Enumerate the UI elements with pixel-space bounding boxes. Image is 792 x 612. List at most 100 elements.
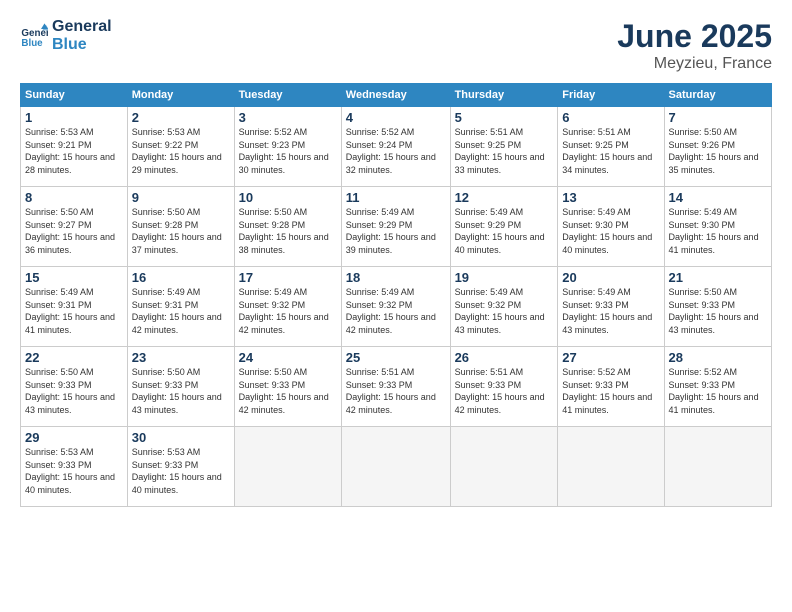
day-info: Sunrise: 5:49 AM Sunset: 9:29 PM Dayligh… <box>455 206 554 256</box>
calendar-subtitle: Meyzieu, France <box>617 55 772 73</box>
day-number: 29 <box>25 430 123 445</box>
day-cell: 29 Sunrise: 5:53 AM Sunset: 9:33 PM Dayl… <box>21 427 128 507</box>
day-cell: 1 Sunrise: 5:53 AMSunset: 9:21 PMDayligh… <box>21 107 128 187</box>
empty-cell <box>341 427 450 507</box>
header: General Blue General Blue June 2025 Meyz… <box>20 18 772 73</box>
day-cell: 14 Sunrise: 5:49 AM Sunset: 9:30 PM Dayl… <box>664 187 771 267</box>
header-tuesday: Tuesday <box>234 84 341 107</box>
day-number: 30 <box>132 430 230 445</box>
day-number: 11 <box>346 190 446 205</box>
calendar-table: Sunday Monday Tuesday Wednesday Thursday… <box>20 83 772 507</box>
day-cell: 11 Sunrise: 5:49 AM Sunset: 9:29 PM Dayl… <box>341 187 450 267</box>
day-number: 15 <box>25 270 123 285</box>
day-number: 26 <box>455 350 554 365</box>
day-number: 16 <box>132 270 230 285</box>
day-cell: 21 Sunrise: 5:50 AM Sunset: 9:33 PM Dayl… <box>664 267 771 347</box>
calendar-row: 8 Sunrise: 5:50 AM Sunset: 9:27 PM Dayli… <box>21 187 772 267</box>
day-info: Sunrise: 5:49 AM Sunset: 9:32 PM Dayligh… <box>239 286 337 336</box>
day-cell: 4 Sunrise: 5:52 AM Sunset: 9:24 PM Dayli… <box>341 107 450 187</box>
day-info: Sunrise: 5:49 AM Sunset: 9:32 PM Dayligh… <box>455 286 554 336</box>
header-friday: Friday <box>558 84 664 107</box>
day-number: 2 <box>132 110 230 125</box>
empty-cell <box>450 427 558 507</box>
day-number: 23 <box>132 350 230 365</box>
empty-cell <box>558 427 664 507</box>
day-info: Sunrise: 5:49 AM Sunset: 9:30 PM Dayligh… <box>669 206 767 256</box>
day-number: 13 <box>562 190 659 205</box>
day-number: 18 <box>346 270 446 285</box>
day-number: 4 <box>346 110 446 125</box>
day-cell: 20 Sunrise: 5:49 AM Sunset: 9:33 PM Dayl… <box>558 267 664 347</box>
day-number: 8 <box>25 190 123 205</box>
day-number: 28 <box>669 350 767 365</box>
title-block: June 2025 Meyzieu, France <box>617 18 772 73</box>
calendar-page: General Blue General Blue June 2025 Meyz… <box>0 0 792 612</box>
day-number: 14 <box>669 190 767 205</box>
day-number: 24 <box>239 350 337 365</box>
day-info: Sunrise: 5:52 AM Sunset: 9:23 PM Dayligh… <box>239 126 337 176</box>
day-info: Sunrise: 5:49 AM Sunset: 9:32 PM Dayligh… <box>346 286 446 336</box>
day-info: Sunrise: 5:49 AM Sunset: 9:33 PM Dayligh… <box>562 286 659 336</box>
header-thursday: Thursday <box>450 84 558 107</box>
day-info: Sunrise: 5:50 AM Sunset: 9:28 PM Dayligh… <box>132 206 230 256</box>
header-monday: Monday <box>127 84 234 107</box>
day-info: Sunrise: 5:51 AM Sunset: 9:25 PM Dayligh… <box>455 126 554 176</box>
day-info: Sunrise: 5:50 AM Sunset: 9:26 PM Dayligh… <box>669 126 767 176</box>
header-sunday: Sunday <box>21 84 128 107</box>
day-info: Sunrise: 5:51 AM Sunset: 9:33 PM Dayligh… <box>455 366 554 416</box>
day-number: 6 <box>562 110 659 125</box>
day-info: Sunrise: 5:49 AM Sunset: 9:31 PM Dayligh… <box>25 286 123 336</box>
day-cell: 13 Sunrise: 5:49 AM Sunset: 9:30 PM Dayl… <box>558 187 664 267</box>
day-number: 25 <box>346 350 446 365</box>
logo-line2: Blue <box>52 36 112 54</box>
day-cell: 27 Sunrise: 5:52 AM Sunset: 9:33 PM Dayl… <box>558 347 664 427</box>
logo: General Blue General Blue <box>20 18 112 53</box>
day-cell: 19 Sunrise: 5:49 AM Sunset: 9:32 PM Dayl… <box>450 267 558 347</box>
day-cell: 24 Sunrise: 5:50 AM Sunset: 9:33 PM Dayl… <box>234 347 341 427</box>
day-info: Sunrise: 5:50 AM Sunset: 9:33 PM Dayligh… <box>669 286 767 336</box>
day-cell: 3 Sunrise: 5:52 AM Sunset: 9:23 PM Dayli… <box>234 107 341 187</box>
svg-text:Blue: Blue <box>21 37 43 48</box>
day-cell: 28 Sunrise: 5:52 AM Sunset: 9:33 PM Dayl… <box>664 347 771 427</box>
day-number: 19 <box>455 270 554 285</box>
day-info: Sunrise: 5:50 AM Sunset: 9:33 PM Dayligh… <box>25 366 123 416</box>
calendar-row: 29 Sunrise: 5:53 AM Sunset: 9:33 PM Dayl… <box>21 427 772 507</box>
day-cell: 18 Sunrise: 5:49 AM Sunset: 9:32 PM Dayl… <box>341 267 450 347</box>
day-cell: 25 Sunrise: 5:51 AM Sunset: 9:33 PM Dayl… <box>341 347 450 427</box>
calendar-row: 1 Sunrise: 5:53 AMSunset: 9:21 PMDayligh… <box>21 107 772 187</box>
day-info: Sunrise: 5:52 AM Sunset: 9:33 PM Dayligh… <box>562 366 659 416</box>
day-cell: 12 Sunrise: 5:49 AM Sunset: 9:29 PM Dayl… <box>450 187 558 267</box>
day-number: 17 <box>239 270 337 285</box>
day-headers: Sunday Monday Tuesday Wednesday Thursday… <box>21 84 772 107</box>
calendar-row: 22 Sunrise: 5:50 AM Sunset: 9:33 PM Dayl… <box>21 347 772 427</box>
day-info: Sunrise: 5:51 AM Sunset: 9:33 PM Dayligh… <box>346 366 446 416</box>
day-number: 12 <box>455 190 554 205</box>
day-cell: 16 Sunrise: 5:49 AM Sunset: 9:31 PM Dayl… <box>127 267 234 347</box>
day-number: 20 <box>562 270 659 285</box>
day-info: Sunrise: 5:50 AM Sunset: 9:28 PM Dayligh… <box>239 206 337 256</box>
day-info: Sunrise: 5:52 AM Sunset: 9:24 PM Dayligh… <box>346 126 446 176</box>
day-number: 3 <box>239 110 337 125</box>
day-info: Sunrise: 5:50 AM Sunset: 9:33 PM Dayligh… <box>132 366 230 416</box>
day-cell: 6 Sunrise: 5:51 AM Sunset: 9:25 PM Dayli… <box>558 107 664 187</box>
header-saturday: Saturday <box>664 84 771 107</box>
logo-line1: General <box>52 18 112 36</box>
day-number: 9 <box>132 190 230 205</box>
day-cell: 26 Sunrise: 5:51 AM Sunset: 9:33 PM Dayl… <box>450 347 558 427</box>
day-cell: 23 Sunrise: 5:50 AM Sunset: 9:33 PM Dayl… <box>127 347 234 427</box>
day-cell: 2 Sunrise: 5:53 AM Sunset: 9:22 PM Dayli… <box>127 107 234 187</box>
day-info: Sunrise: 5:53 AM Sunset: 9:22 PM Dayligh… <box>132 126 230 176</box>
day-number: 10 <box>239 190 337 205</box>
day-number: 7 <box>669 110 767 125</box>
empty-cell <box>664 427 771 507</box>
day-info: Sunrise: 5:50 AM Sunset: 9:33 PM Dayligh… <box>239 366 337 416</box>
day-cell: 17 Sunrise: 5:49 AM Sunset: 9:32 PM Dayl… <box>234 267 341 347</box>
day-number: 21 <box>669 270 767 285</box>
day-cell: 8 Sunrise: 5:50 AM Sunset: 9:27 PM Dayli… <box>21 187 128 267</box>
day-number: 27 <box>562 350 659 365</box>
calendar-title: June 2025 <box>617 18 772 55</box>
day-info: Sunrise: 5:51 AM Sunset: 9:25 PM Dayligh… <box>562 126 659 176</box>
day-info: Sunrise: 5:50 AM Sunset: 9:27 PM Dayligh… <box>25 206 123 256</box>
header-wednesday: Wednesday <box>341 84 450 107</box>
day-number: 22 <box>25 350 123 365</box>
